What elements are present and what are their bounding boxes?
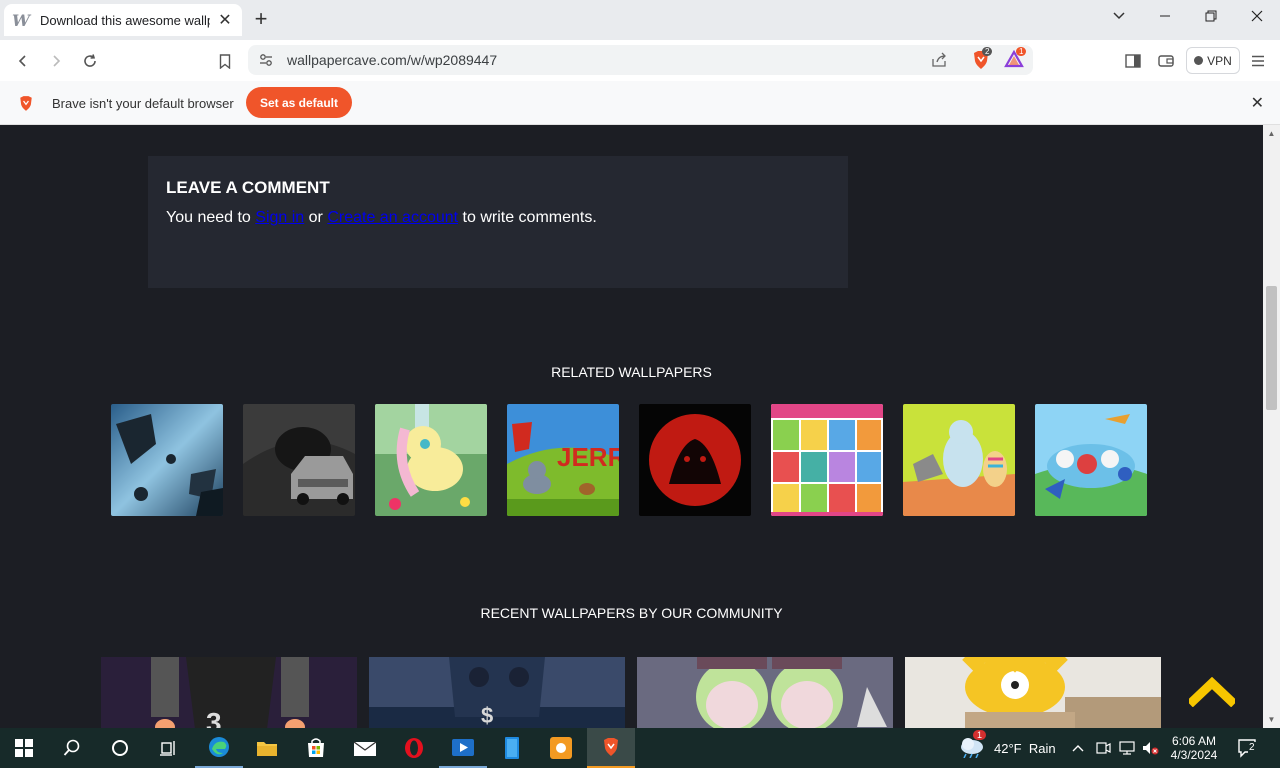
url-text: wallpapercave.com/w/wp2089447 (287, 52, 498, 68)
related-wallpaper-thumb[interactable] (111, 404, 223, 516)
site-settings-icon[interactable] (258, 52, 274, 73)
infobar-close-icon[interactable]: ✕ (1251, 93, 1264, 113)
comment-signin-text: You need to Sign in or Create an account… (166, 209, 597, 227)
related-wallpaper-thumb[interactable] (903, 404, 1015, 516)
tab-title: Download this awesome wallpaper (40, 12, 210, 28)
clock-date: 4/3/2024 (1170, 748, 1218, 762)
brave-logo-icon (17, 94, 35, 118)
notes-app-icon[interactable] (488, 728, 536, 768)
opera-icon[interactable] (390, 728, 438, 768)
address-bar[interactable]: wallpapercave.com/w/wp2089447 2 1 (248, 45, 1033, 75)
svg-text:JERR: JERR (557, 442, 619, 472)
task-view-icon[interactable] (144, 728, 192, 768)
vpn-status-dot-icon (1194, 56, 1204, 65)
show-hidden-icons-chevron-icon[interactable] (1071, 728, 1085, 768)
recent-wallpapers-row: 3 $ (101, 657, 1161, 728)
scroll-to-top-arrow-icon[interactable] (1186, 676, 1238, 708)
start-windows-icon[interactable] (0, 728, 48, 768)
comment-heading: LEAVE A COMMENT (166, 178, 330, 197)
comment-text-before: You need to (166, 209, 256, 226)
related-wallpapers-title: RELATED WALLPAPERS (551, 364, 712, 380)
brave-shields-icon[interactable]: 2 (970, 47, 993, 76)
brave-rewards-icon[interactable]: 1 (1004, 47, 1027, 73)
tab-active[interactable]: W Download this awesome wallpaper ✕ (4, 4, 242, 36)
forward-button[interactable] (43, 48, 69, 74)
weather-text: 42°F Rain (994, 740, 1056, 756)
new-tab-button[interactable]: + (250, 8, 272, 30)
tab-strip: W Download this awesome wallpaper ✕ + (0, 0, 1280, 40)
scroll-up-arrow-icon[interactable]: ▲ (1266, 129, 1277, 138)
network-icon[interactable] (1118, 728, 1136, 768)
tab-close-icon[interactable]: ✕ (216, 10, 234, 30)
default-browser-infobar: Brave isn't your default browser Set as … (0, 81, 1280, 125)
clock[interactable]: 6:06 AM 4/3/2024 (1168, 728, 1220, 768)
tab-search-chevron-icon[interactable] (1099, 4, 1139, 28)
page-scrollbar[interactable]: ▲ ▼ (1263, 125, 1280, 728)
recent-wallpapers-title: RECENT WALLPAPERS BY OUR COMMUNITY (480, 605, 783, 621)
related-wallpaper-thumb[interactable] (375, 404, 487, 516)
media-player-icon[interactable] (439, 728, 487, 768)
vpn-button[interactable]: VPN (1186, 47, 1240, 74)
restore-button[interactable] (1191, 4, 1231, 28)
rewards-badge: 1 (1016, 47, 1027, 56)
close-window-button[interactable] (1237, 4, 1277, 28)
cortana-icon[interactable] (96, 728, 144, 768)
create-account-link[interactable]: Create an account (327, 209, 458, 226)
meet-now-icon[interactable] (1095, 728, 1111, 768)
related-wallpaper-thumb[interactable] (1035, 404, 1147, 516)
action-center-icon[interactable]: 2 (1237, 728, 1259, 768)
related-wallpapers-row: JERR (111, 404, 1147, 516)
menu-hamburger-icon[interactable] (1245, 48, 1271, 74)
related-wallpaper-thumb[interactable] (243, 404, 355, 516)
orange-app-icon[interactable] (537, 728, 585, 768)
related-wallpaper-thumb[interactable] (771, 404, 883, 516)
microsoft-store-icon[interactable] (292, 728, 340, 768)
search-icon[interactable] (48, 728, 96, 768)
share-icon[interactable] (931, 52, 948, 73)
clock-time: 6:06 AM (1171, 734, 1217, 748)
weather-alert-badge: 1 (973, 729, 987, 740)
related-wallpaper-thumb[interactable] (639, 404, 751, 516)
comment-text-middle: or (304, 209, 328, 226)
recent-wallpaper-thumb[interactable] (637, 657, 893, 728)
wallpapercave-favicon-icon: W (12, 10, 30, 30)
sign-in-link[interactable]: Sign in (255, 209, 304, 226)
page-content: LEAVE A COMMENT You need to Sign in or C… (0, 125, 1263, 728)
file-explorer-icon[interactable] (243, 728, 291, 768)
edge-browser-icon[interactable] (195, 728, 243, 768)
recent-wallpaper-thumb[interactable] (905, 657, 1161, 728)
minimize-button[interactable] (1145, 4, 1185, 28)
comment-text-after: to write comments. (458, 209, 597, 226)
windows-taskbar: 1 42°F Rain 6:06 AM 4/3/2024 2 (0, 728, 1280, 768)
bookmark-icon[interactable] (212, 48, 238, 74)
vpn-label: VPN (1207, 53, 1232, 68)
infobar-message: Brave isn't your default browser (52, 96, 234, 111)
set-as-default-button[interactable]: Set as default (246, 87, 352, 118)
back-button[interactable] (10, 48, 36, 74)
reload-button[interactable] (77, 48, 103, 74)
recent-wallpaper-thumb[interactable]: 3 (101, 657, 357, 728)
related-wallpaper-thumb[interactable]: JERR (507, 404, 619, 516)
scroll-down-arrow-icon[interactable]: ▼ (1266, 715, 1277, 724)
wallet-icon[interactable] (1153, 48, 1179, 74)
weather-rain-cloud-icon: 1 (958, 729, 987, 761)
leave-comment-card: LEAVE A COMMENT You need to Sign in or C… (148, 156, 848, 288)
volume-muted-icon[interactable] (1141, 728, 1159, 768)
scrollbar-thumb[interactable] (1266, 286, 1277, 410)
recent-wallpaper-thumb[interactable]: $ (369, 657, 625, 728)
navigation-bar: wallpapercave.com/w/wp2089447 2 1 VPN (0, 40, 1280, 81)
svg-text:3: 3 (206, 707, 222, 728)
weather-widget[interactable]: 1 42°F Rain (958, 728, 1056, 768)
brave-taskbar-icon[interactable] (587, 728, 635, 768)
mail-icon[interactable] (341, 728, 389, 768)
sidebar-toggle-icon[interactable] (1120, 48, 1146, 74)
svg-text:$: $ (481, 703, 493, 728)
notification-count: 2 (1248, 742, 1256, 753)
